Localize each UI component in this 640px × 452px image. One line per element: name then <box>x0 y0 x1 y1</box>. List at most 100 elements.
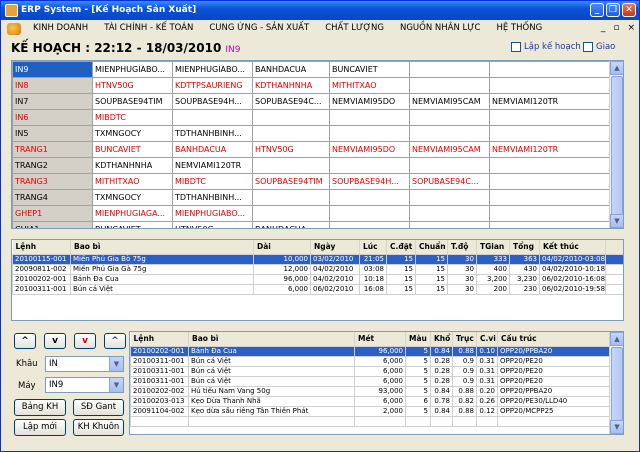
plan-cell[interactable]: BANHDACUA <box>172 141 253 158</box>
queue-row[interactable]: 20100311-001 Bún cá Việt 6,000 5 0.28 0.9 0.31… <box>130 365 612 377</box>
khau-select[interactable]: IN ▼ <box>45 356 124 372</box>
orders-column-header[interactable]: Ngày <box>310 240 360 255</box>
plan-cell[interactable] <box>252 157 330 174</box>
giao-checkbox[interactable]: Giao <box>583 42 615 52</box>
plan-cell[interactable]: BUNCAVIET <box>329 61 410 78</box>
queue-cell[interactable]: 0.31 <box>476 355 498 367</box>
orders-cell[interactable]: 6,000 <box>253 283 311 295</box>
plan-row-machine[interactable]: TRANG3 <box>12 173 93 190</box>
queue-cell[interactable]: 0.12 <box>476 405 498 417</box>
plan-cell[interactable] <box>252 189 330 206</box>
menu-he-thong[interactable]: HỆ THỐNG <box>489 20 551 37</box>
queue-cell[interactable] <box>452 415 477 427</box>
sd-gant-button[interactable]: SĐ Gant <box>73 399 124 416</box>
orders-cell[interactable]: 04/02/2010 <box>310 273 360 285</box>
plan-cell[interactable] <box>409 157 490 174</box>
plan-row[interactable]: TRANG1 BUNCAVIET BANHDACUA HTNV50G NEMVIAMI9… <box>12 141 611 158</box>
plan-row[interactable]: IN7 SOUPBASE94TIM SOUPBASE94H... SOPUBASE94… <box>12 93 611 110</box>
orders-column-header[interactable]: Kết thúc <box>539 240 606 255</box>
plan-cell[interactable]: NEMVIAMI120TR <box>489 93 611 110</box>
plan-grid-scrollbar[interactable]: ▲ ▼ <box>609 61 623 228</box>
queue-column-header[interactable]: Mét <box>354 332 406 347</box>
orders-cell[interactable]: 400 <box>476 263 510 275</box>
may-select[interactable]: IN9 ▼ <box>45 377 124 393</box>
scroll-up-icon[interactable]: ▲ <box>610 332 623 346</box>
queue-row[interactable]: 20100311-001 Bún cá Việt 6,000 5 0.28 0.9 0.31… <box>130 355 612 367</box>
plan-cell[interactable] <box>489 61 611 78</box>
orders-cell[interactable]: 03/02/2010 <box>310 253 360 265</box>
queue-grid[interactable]: Lệnh Bao bì Mét Màu Khổ Trục C.vi Cấu trúc 2010… <box>129 331 624 435</box>
queue-cell[interactable]: 93,000 <box>354 385 406 397</box>
queue-cell[interactable]: 2,000 <box>354 405 406 417</box>
menu-cung-ung[interactable]: CUNG ỨNG - SẢN XUẤT <box>201 20 317 37</box>
orders-row[interactable]: 20100311-001 Bún cá Việt 6,000 06/02/2010 16… <box>12 283 623 295</box>
orders-cell[interactable]: 363 <box>509 253 540 265</box>
plan-cell[interactable]: NEMVIAMI95DO <box>329 93 410 110</box>
queue-cell[interactable]: 0.28 <box>430 355 453 367</box>
orders-cell[interactable]: 04/02/2010 <box>310 263 360 275</box>
queue-cell[interactable]: Bún cá Việt <box>188 355 355 367</box>
queue-cell[interactable]: 0.88 <box>452 405 477 417</box>
plan-cell[interactable] <box>489 125 611 142</box>
plan-row[interactable]: TRANG3 MITHITXAO MIBDTC SOUPBASE94TIM SOUPBA… <box>12 173 611 190</box>
move-bottom-button[interactable]: v <box>74 333 96 349</box>
scroll-thumb[interactable] <box>611 347 623 421</box>
queue-cell[interactable]: 0.10 <box>476 345 498 357</box>
queue-cell[interactable]: 0.28 <box>430 365 453 377</box>
plan-cell[interactable]: NEMVIAMI95CAM <box>409 141 490 158</box>
orders-cell[interactable]: 30 <box>447 253 477 265</box>
plan-cell[interactable] <box>409 205 490 222</box>
bang-kh-button[interactable]: Bảng KH <box>14 399 66 416</box>
queue-cell[interactable]: 20100202-001 <box>130 345 189 357</box>
plan-row-machine[interactable]: TRANG2 <box>12 157 93 174</box>
plan-row[interactable]: GHEP1 MIENPHUGIAGA... MIENPHUGIABO... <box>12 205 611 222</box>
queue-cell[interactable] <box>476 415 498 427</box>
queue-column-header[interactable]: C.vi <box>476 332 498 347</box>
plan-cell[interactable] <box>489 221 611 228</box>
plan-row-machine[interactable]: IN6 <box>12 109 93 126</box>
plan-cell[interactable]: MIENPHUGIAGA... <box>92 205 173 222</box>
orders-cell[interactable]: 16:08 <box>359 283 387 295</box>
mdi-close-icon[interactable]: × <box>627 20 635 37</box>
orders-cell[interactable]: 20100202-001 <box>12 273 71 285</box>
queue-cell[interactable] <box>354 415 406 427</box>
plan-cell[interactable] <box>409 77 490 94</box>
plan-row-machine[interactable]: GHEP1 <box>12 205 93 222</box>
orders-cell[interactable]: 06/02/2010-16:08 <box>539 273 606 285</box>
plan-cell[interactable]: SOPUBASE94C... <box>409 173 490 190</box>
queue-cell[interactable]: 20100202-002 <box>130 385 189 397</box>
plan-row[interactable]: IN8 HTNV50G KDTTPSAURIENG KDTHANHNHA MITHITX… <box>12 77 611 94</box>
plan-cell[interactable] <box>409 189 490 206</box>
queue-cell[interactable]: 0.9 <box>452 375 477 387</box>
plan-cell[interactable]: MITHITXAO <box>92 173 173 190</box>
plan-row[interactable]: TRANG2 KDTHANHNHA NEMVIAMI120TR <box>12 157 611 174</box>
orders-column-header[interactable]: Bao bì <box>70 240 254 255</box>
orders-column-header[interactable]: TGian <box>476 240 510 255</box>
menu-kinh-doanh[interactable]: KINH DOANH <box>25 20 96 37</box>
plan-cell[interactable]: BUNCAVIET <box>92 221 173 228</box>
plan-cell[interactable] <box>329 109 410 126</box>
queue-row[interactable]: 20100203-013 Kẹo Dừa Thanh Nhã 6,000 6 0.78 0… <box>130 395 612 407</box>
plan-cell[interactable]: NEMVIAMI95DO <box>329 141 410 158</box>
queue-cell[interactable]: 20100311-001 <box>130 365 189 377</box>
orders-grid[interactable]: Lệnh Bao bì Dài Ngày Lúc C.đặt Chuẩn T.độ TGian T… <box>11 239 624 321</box>
orders-cell[interactable]: 04/02/2010-10:18 <box>539 263 606 275</box>
queue-cell[interactable]: 5 <box>405 345 431 357</box>
queue-row[interactable]: 20100311-001 Bún cá Việt 6,000 5 0.28 0.9 0.31… <box>130 375 612 387</box>
queue-grid-scrollbar[interactable]: ▲ ▼ <box>609 332 623 434</box>
orders-cell[interactable]: 20100115-001 <box>12 253 71 265</box>
queue-column-header[interactable]: Trục <box>452 332 477 347</box>
queue-cell[interactable]: 0.82 <box>452 395 477 407</box>
checkbox-box[interactable] <box>511 42 521 52</box>
plan-row[interactable]: IN9 MIENPHUGIABO... MIENPHUGIABO... BANHDAC… <box>12 61 611 78</box>
queue-cell[interactable]: 0.28 <box>430 375 453 387</box>
scroll-up-icon[interactable]: ▲ <box>610 61 623 75</box>
plan-cell[interactable]: HTNV50G <box>252 141 330 158</box>
lap-moi-button[interactable]: Lập mới <box>14 419 66 436</box>
orders-cell[interactable]: Bún cá Việt <box>70 283 254 295</box>
chevron-down-icon[interactable]: ▼ <box>109 357 123 371</box>
queue-cell[interactable]: OPP20/PE20 <box>497 375 612 387</box>
queue-row[interactable]: 20100202-001 Bánh Đa Cua 96,000 5 0.84 0.88 0.… <box>130 345 612 357</box>
orders-cell[interactable]: 30 <box>447 283 477 295</box>
orders-cell[interactable]: 15 <box>386 263 416 275</box>
